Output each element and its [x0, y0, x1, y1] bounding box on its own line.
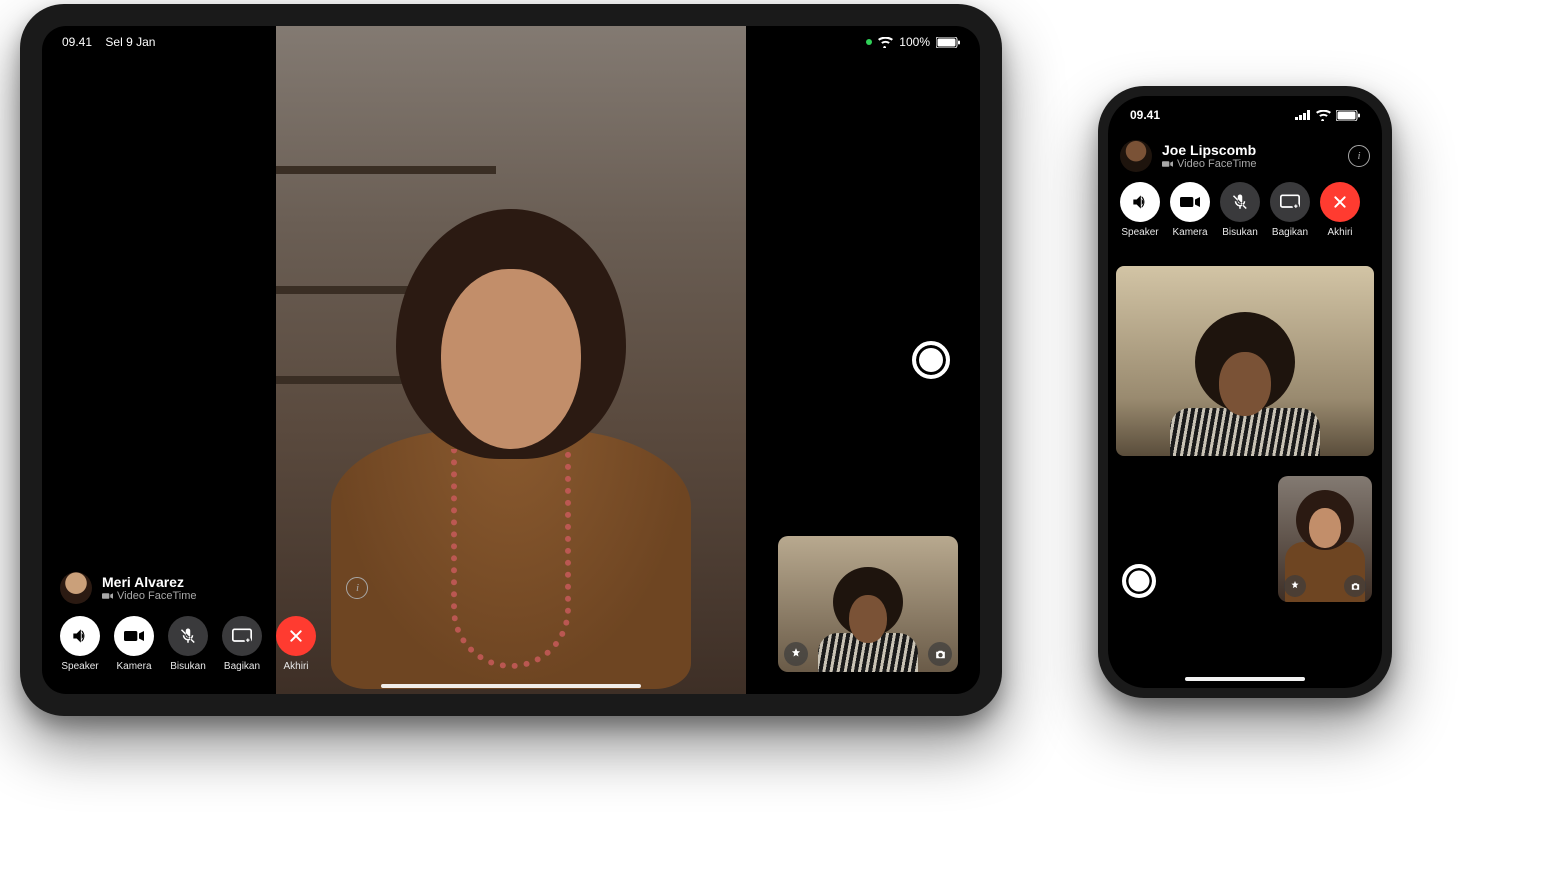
battery-icon [1336, 110, 1360, 121]
end-call-button[interactable] [1320, 182, 1360, 222]
camera-label: Kamera [1172, 227, 1207, 238]
dynamic-island [1200, 106, 1290, 132]
status-time: 09.41 [1130, 108, 1160, 122]
remote-participant [1180, 312, 1310, 456]
share-button[interactable] [1270, 182, 1310, 222]
remote-participant [331, 209, 691, 669]
info-button[interactable]: i [1348, 145, 1370, 167]
speaker-button[interactable] [60, 616, 100, 656]
status-left: 09.41 Sel 9 Jan [62, 35, 155, 49]
call-controls-overlay: Joe Lipscomb Video FaceTime i Speaker [1120, 140, 1370, 238]
effects-button[interactable] [784, 642, 808, 666]
caller-avatar[interactable] [60, 572, 92, 604]
speaker-label: Speaker [61, 661, 98, 672]
status-date: Sel 9 Jan [105, 35, 155, 49]
mute-button[interactable] [168, 616, 208, 656]
camera-button[interactable] [1170, 182, 1210, 222]
info-button[interactable]: i [346, 577, 368, 599]
camera-label: Kamera [116, 661, 151, 672]
self-view-pip[interactable] [1278, 476, 1372, 602]
ipad-screen: 09.41 Sel 9 Jan 100% [42, 26, 980, 694]
caller-subtitle: Video FaceTime [1162, 158, 1338, 170]
speaker-button[interactable] [1120, 182, 1160, 222]
home-indicator[interactable] [1185, 677, 1305, 681]
controls-row: Speaker Kamera Bisukan [1120, 182, 1370, 238]
status-right [1295, 110, 1360, 121]
caller-subtitle: Video FaceTime [102, 590, 196, 602]
caller-info-row: Meri Alvarez Video FaceTime i [60, 572, 368, 604]
flip-camera-button[interactable] [1344, 575, 1366, 597]
self-view-pip[interactable] [778, 536, 958, 672]
camera-indicator-icon [866, 39, 872, 45]
status-right: 100% [866, 35, 960, 49]
end-label: Akhiri [283, 661, 308, 672]
iphone-device: 09.41 Joe Lipscomb [1098, 86, 1392, 698]
video-icon [102, 592, 113, 600]
status-time: 09.41 [62, 35, 92, 49]
status-battery-pct: 100% [899, 35, 930, 49]
wifi-icon [1316, 110, 1331, 121]
speaker-label: Speaker [1121, 227, 1158, 238]
caller-name: Joe Lipscomb [1162, 142, 1338, 158]
cellular-icon [1295, 110, 1311, 120]
caller-name: Meri Alvarez [102, 574, 196, 590]
call-controls-overlay: Meri Alvarez Video FaceTime i Speaker [60, 572, 368, 672]
iphone-screen: 09.41 Joe Lipscomb [1108, 96, 1382, 688]
wifi-icon [878, 37, 893, 48]
caller-avatar[interactable] [1120, 140, 1152, 172]
live-photo-shutter-button[interactable] [1122, 564, 1156, 598]
share-button[interactable] [222, 616, 262, 656]
self-participant [823, 567, 913, 672]
home-indicator[interactable] [381, 684, 641, 688]
effects-button[interactable] [1284, 575, 1306, 597]
battery-icon [936, 37, 960, 48]
ipad-status-bar: 09.41 Sel 9 Jan 100% [42, 32, 980, 52]
share-label: Bagikan [224, 661, 260, 672]
remote-video-feed[interactable] [1116, 266, 1374, 456]
mute-button[interactable] [1220, 182, 1260, 222]
live-photo-shutter-button[interactable] [912, 341, 950, 379]
flip-camera-button[interactable] [928, 642, 952, 666]
end-call-button[interactable] [276, 616, 316, 656]
mute-label: Bisukan [170, 661, 206, 672]
caller-info-row: Joe Lipscomb Video FaceTime i [1120, 140, 1370, 172]
mute-label: Bisukan [1222, 227, 1258, 238]
camera-button[interactable] [114, 616, 154, 656]
video-icon [1162, 160, 1173, 168]
share-label: Bagikan [1272, 227, 1308, 238]
ipad-device: 09.41 Sel 9 Jan 100% [20, 4, 1002, 716]
end-label: Akhiri [1327, 227, 1352, 238]
controls-row: Speaker Kamera Bisukan [60, 616, 368, 672]
